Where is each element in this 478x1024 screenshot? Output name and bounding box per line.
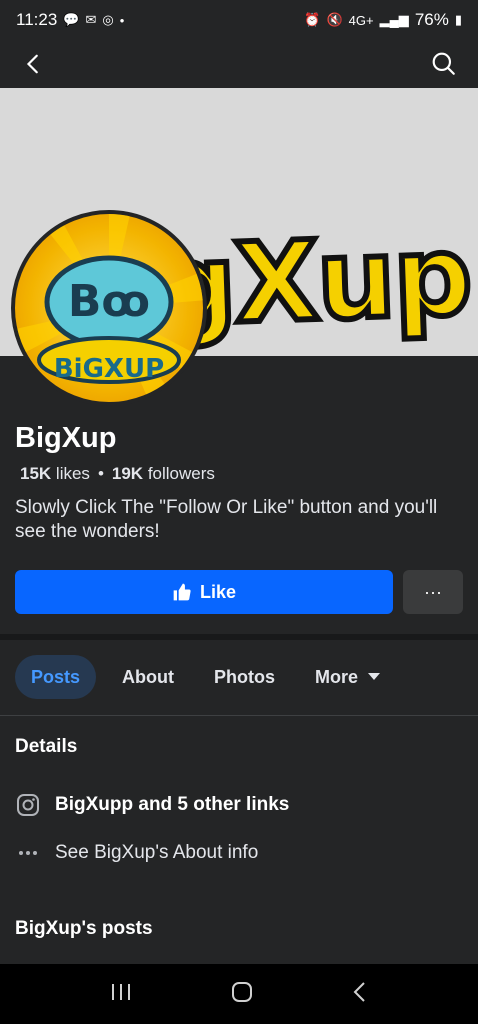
like-button[interactable]: Like [15,570,393,614]
tab-photos[interactable]: Photos [198,655,291,699]
links-label: BigXupp and 5 other links [55,794,290,815]
about-info-row[interactable]: See BigXup's About info [15,840,258,866]
home-button[interactable] [231,981,253,1008]
likes-stat[interactable]: 15K likes [20,464,90,484]
search-icon [432,52,455,75]
profile-tabs: Posts About Photos More [15,654,396,700]
ellipsis-icon [15,840,41,866]
dot-icon: • [119,12,125,28]
top-navigation [0,40,478,88]
battery-level: 76% [414,10,449,29]
status-time: 11:23 [16,10,58,29]
tab-more[interactable]: More [299,655,396,699]
network-label: 4G+ [348,12,374,28]
status-bar: 11:23 💬 ✉ ◎ • ⏰ 🔇 4G+ ▂▄▆ 76% ▮ [0,0,478,40]
chat-icon: 💬 [63,12,80,27]
followers-label: followers [147,464,215,483]
gmail-icon: ✉ [85,12,97,27]
instagram-link-icon [15,792,41,818]
avatar-logo-bottom: BiGXUP [53,354,165,384]
avatar-logo-top: Bꝏ [67,276,151,327]
likes-count: 15K [20,464,52,483]
system-back-button[interactable] [352,981,368,1008]
more-options-button[interactable]: ··· [403,570,463,614]
signal-icon: ▂▄▆ [379,12,409,27]
tabs-divider [0,715,478,716]
tab-about[interactable]: About [106,655,190,699]
more-dots-icon: ··· [424,581,442,602]
like-label: Like [199,581,237,602]
status-left: 11:23 💬 ✉ ◎ • [16,10,124,30]
back-button[interactable] [18,48,50,80]
page-stats: 15K likes • 19K followers [20,464,215,484]
caret-down-icon [368,673,381,680]
system-back-icon [353,981,366,1002]
recent-apps-icon [111,983,130,1000]
search-button[interactable] [428,48,460,80]
stats-separator: • [97,464,104,483]
tab-about-label: About [122,666,175,687]
tab-posts-label: Posts [31,666,81,687]
followers-count: 19K [111,464,144,483]
mute-icon: 🔇 [326,12,343,27]
system-navigation-bar [0,964,478,1024]
section-divider [0,634,478,640]
page-bio: Slowly Click The "Follow Or Like" button… [15,497,438,542]
likes-label: likes [55,464,90,483]
tab-posts[interactable]: Posts [15,655,97,699]
back-arrow-icon [26,54,38,74]
battery-icon: ▮ [454,12,462,27]
tab-more-label: More [315,666,359,687]
status-right: ⏰ 🔇 4G+ ▂▄▆ 76% ▮ [304,10,462,30]
tab-photos-label: Photos [214,666,276,687]
recent-apps-button[interactable] [110,982,132,1007]
posts-heading: BigXup's posts [15,918,153,939]
thumbs-up-icon [173,583,191,601]
profile-avatar[interactable]: Bꝏ BiGXUP [11,210,207,406]
page-title: BigXup [15,422,117,454]
home-icon [231,981,252,1002]
alarm-icon: ⏰ [304,12,321,27]
followers-stat[interactable]: 19K followers [112,464,215,484]
details-heading: Details [15,736,78,757]
links-row[interactable]: BigXupp and 5 other links [15,792,289,818]
about-info-label: See BigXup's About info [55,842,259,863]
instagram-icon: ◎ [102,12,114,27]
